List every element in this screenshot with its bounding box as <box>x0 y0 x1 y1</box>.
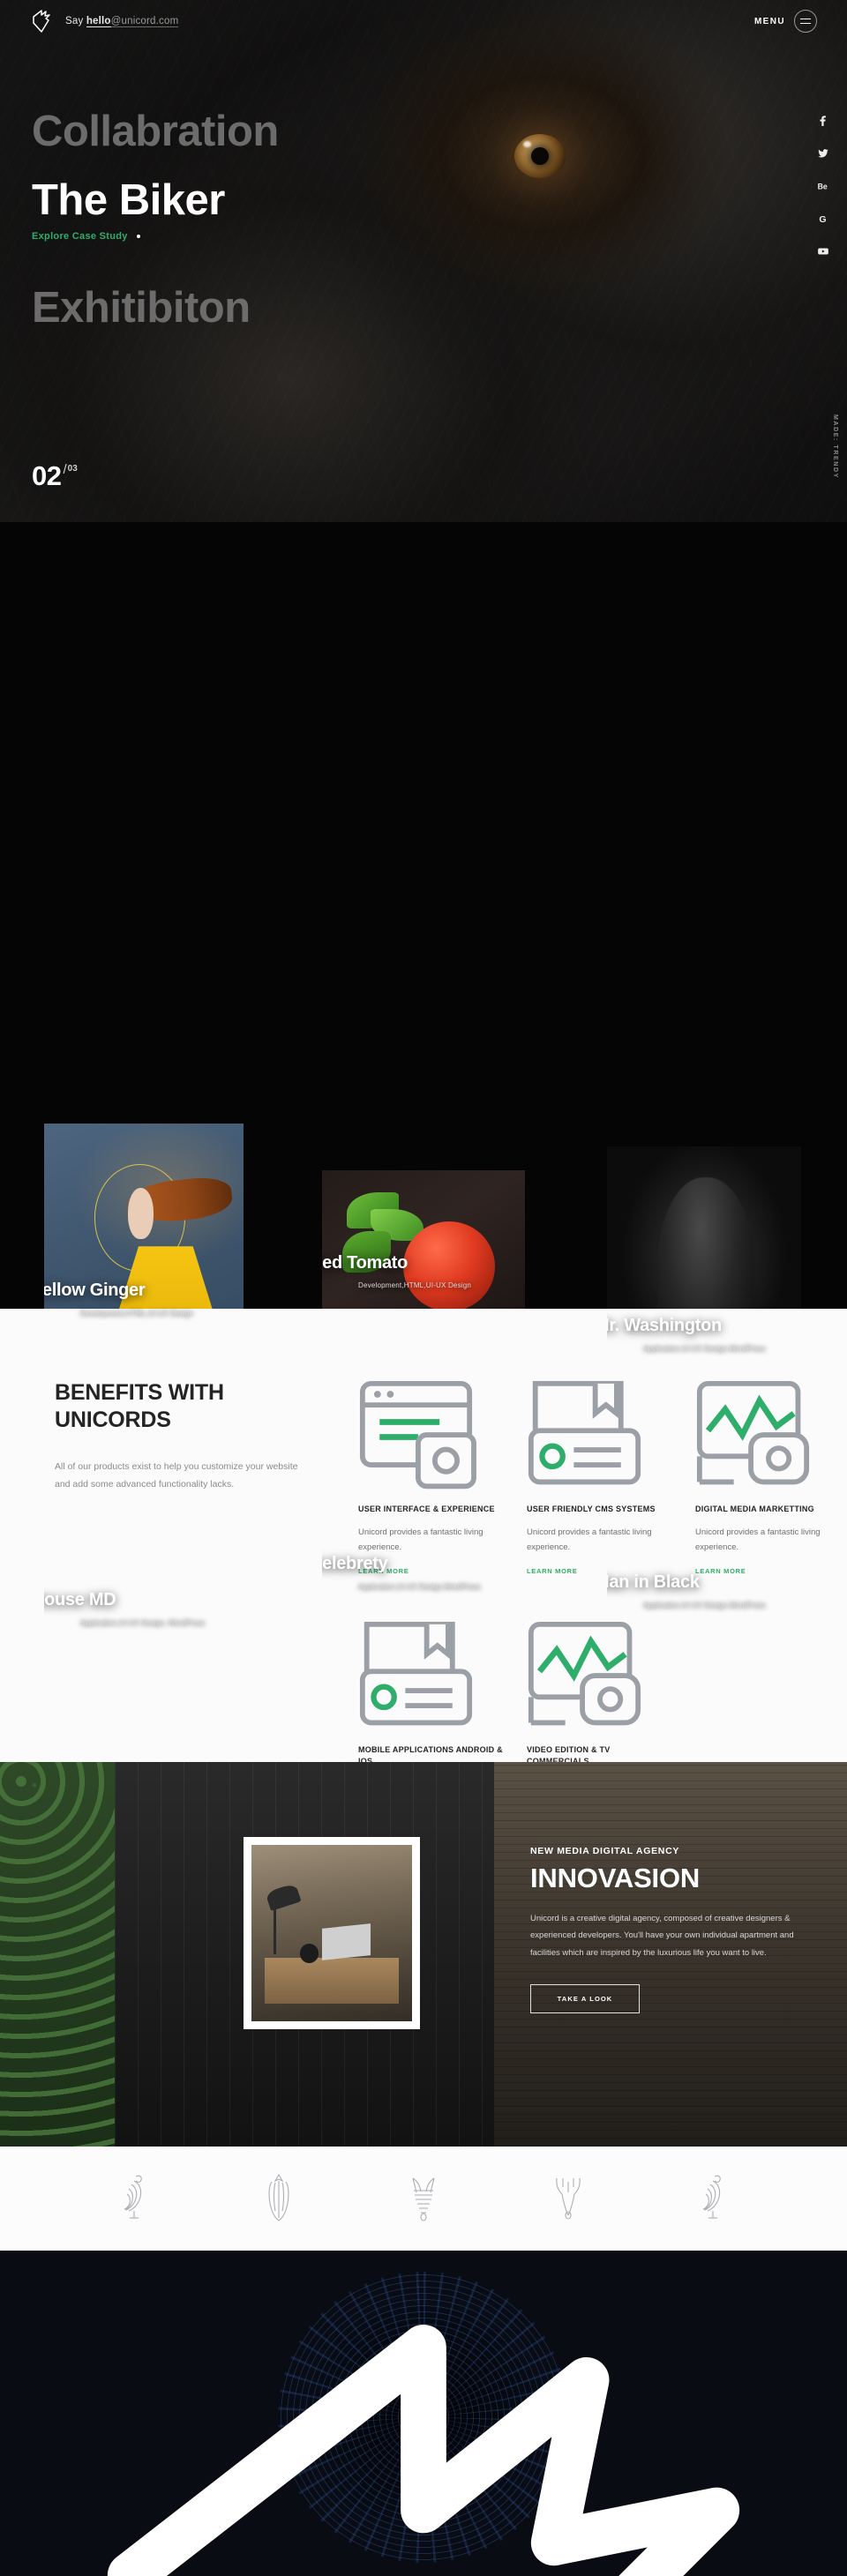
brand-tagline: Say hello@unicord.com <box>65 16 179 27</box>
tagline-domain: @unicord.com <box>110 16 179 27</box>
site-header: Say hello@unicord.com MENU <box>0 0 847 42</box>
benefit-card-cms[interactable]: USER FRIENDLY CMS SYSTEMS Unicord provid… <box>527 1379 672 1578</box>
tagline-hello: hello <box>86 16 111 27</box>
portfolio-title: Celebrety <box>322 1554 388 1573</box>
hero-social-links: Be G <box>817 115 829 258</box>
unicorn-logo-icon <box>30 9 53 34</box>
benefits-title-line1: BENEFITS WITH <box>55 1380 224 1405</box>
innovation-framed-photo <box>244 1837 420 2029</box>
behance-icon[interactable]: Be <box>817 180 829 192</box>
hamburger-icon[interactable] <box>794 10 817 33</box>
innovation-section: NEW MEDIA DIGITAL AGENCY INNOVASION Unic… <box>0 1762 847 2147</box>
hero-dog-eye <box>514 134 566 178</box>
portfolio-title: House MD <box>44 1590 116 1609</box>
footer-section: Don't be shy and talk to us? SAY HELLO@U… <box>0 2251 847 2576</box>
portfolio-tags: Application,UI-UX Design, WordPress <box>80 1618 206 1626</box>
explore-case-study-label: Explore Case Study <box>32 230 128 242</box>
benefits-title: BENEFITS WITH UNICORDS <box>55 1379 300 1433</box>
portfolio-caption: Yellow Ginger Development,HTML,UI-UX Des… <box>44 1281 193 1317</box>
portfolio-caption: Celebrety Application,UI-UX Design,WordP… <box>322 1554 481 1590</box>
portfolio-caption: Man in Black Application,UI-UX Design,Wo… <box>607 1572 766 1609</box>
innovation-heading: INNOVASION <box>530 1863 701 1893</box>
menu-label: MENU <box>753 16 785 26</box>
deer-line-logo-icon <box>547 2169 589 2229</box>
twitter-icon[interactable] <box>817 147 829 160</box>
slide-total: 03 <box>67 464 78 474</box>
hero-vertical-label: MADE: TRENDY <box>832 414 838 479</box>
benefit-card-text: Unicord provides a fantastic living expe… <box>695 1527 821 1552</box>
portfolio-tags: Application,UI-UX Design,WordPress <box>358 1582 481 1590</box>
slide-current: 02 <box>32 460 62 491</box>
benefit-card-text: Unicord provides a fantastic living expe… <box>358 1527 483 1552</box>
benefits-intro: BENEFITS WITH UNICORDS All of our produc… <box>55 1379 300 1494</box>
portfolio-caption: Red Tomato Development,HTML,UI-UX Design <box>322 1253 471 1289</box>
take-a-look-button[interactable]: TAKE A LOOK <box>530 1984 640 2014</box>
innovation-copy: NEW MEDIA DIGITAL AGENCY INNOVASION Unic… <box>530 1846 821 2014</box>
learn-more-link[interactable]: LEARN MORE <box>527 1567 577 1575</box>
eagle-line-logo-icon <box>258 2169 300 2229</box>
svg-text:G: G <box>819 214 826 225</box>
benefit-card-title: USER INTERFACE & EXPERIENCE <box>358 1504 495 1513</box>
portfolio-image <box>322 1170 525 1331</box>
innovation-kicker: NEW MEDIA DIGITAL AGENCY <box>530 1846 680 1856</box>
rooster-line-logo-icon <box>113 2169 155 2229</box>
hero-copy: Collabration The Biker Explore Case Stud… <box>32 106 279 334</box>
hero-ghost-top: Collabration <box>32 108 279 155</box>
document-bookmark-icon <box>527 1380 672 1503</box>
google-plus-icon[interactable]: G <box>817 213 829 225</box>
slide-separator: / <box>63 462 67 477</box>
benefits-description: All of our products exist to help you cu… <box>55 1461 298 1490</box>
slide-counter: 02 / 03 <box>32 460 78 492</box>
portfolio-caption: Mr. Washington Application,UI-UX Design,… <box>607 1316 766 1352</box>
take-a-look-label: TAKE A LOOK <box>557 1995 613 2004</box>
benefits-section: BENEFITS WITH UNICORDS All of our produc… <box>0 1309 847 1827</box>
youtube-icon[interactable] <box>817 245 829 258</box>
portfolio-title: Yellow Ginger <box>44 1281 146 1300</box>
document-bookmark-icon <box>358 1622 504 1743</box>
portfolio-tags: Development,HTML,UI-UX Design <box>358 1281 472 1289</box>
benefit-card-title: USER FRIENDLY CMS SYSTEMS <box>527 1504 656 1513</box>
benefits-title-line2: UNICORDS <box>55 1407 171 1432</box>
innovation-ivy-wall <box>0 1762 115 2147</box>
rooster-line-logo-icon <box>692 2169 734 2229</box>
innovation-text: Unicord is a creative digital agency, co… <box>530 1914 794 1958</box>
tagline-prefix: Say <box>65 16 86 26</box>
portfolio-tags: Application,UI-UX Design,WordPress <box>643 1344 766 1352</box>
portfolio-tags: Development,HTML,UI-UX Design <box>80 1309 194 1317</box>
portfolio-item-red-tomato[interactable]: Red Tomato Development,HTML,UI-UX Design <box>322 1170 525 1331</box>
portfolio-title: Mr. Washington <box>607 1316 722 1335</box>
facebook-icon[interactable] <box>817 115 829 127</box>
partner-logo-strip <box>0 2147 847 2251</box>
explore-case-study-link[interactable]: Explore Case Study <box>32 231 279 242</box>
portfolio-caption: House MD Application,UI-UX Design, WordP… <box>44 1590 205 1626</box>
browser-settings-icon <box>358 1380 504 1503</box>
portfolio-section: Yellow Ginger Development,HTML,UI-UX Des… <box>0 522 847 1687</box>
portfolio-tags: Application,UI-UX Design,WordPress <box>643 1601 766 1609</box>
device-chart-icon <box>695 1380 841 1503</box>
hero-section: Say hello@unicord.com MENU Collabration … <box>0 0 847 522</box>
fox-line-logo-icon <box>402 2169 445 2229</box>
menu-toggle[interactable]: MENU <box>754 10 817 33</box>
portfolio-title: Red Tomato <box>322 1253 409 1273</box>
hero-title: The Biker <box>32 175 225 224</box>
benefit-card-user-interface[interactable]: USER INTERFACE & EXPERIENCE Unicord prov… <box>358 1379 504 1578</box>
benefit-card-text: Unicord provides a fantastic living expe… <box>527 1527 652 1552</box>
hero-ghost-bottom: Exhitibiton <box>32 283 251 332</box>
benefit-card-digital-media[interactable]: DIGITAL MEDIA MARKETTING Unicord provide… <box>695 1379 841 1578</box>
svg-text:Be: Be <box>818 183 828 191</box>
dot-icon <box>136 234 140 238</box>
portfolio-title: Man in Black <box>607 1572 700 1592</box>
benefit-card-title: DIGITAL MEDIA MARKETTING <box>695 1504 814 1513</box>
device-chart-icon <box>527 1622 672 1743</box>
brand[interactable]: Say hello@unicord.com <box>30 9 179 34</box>
